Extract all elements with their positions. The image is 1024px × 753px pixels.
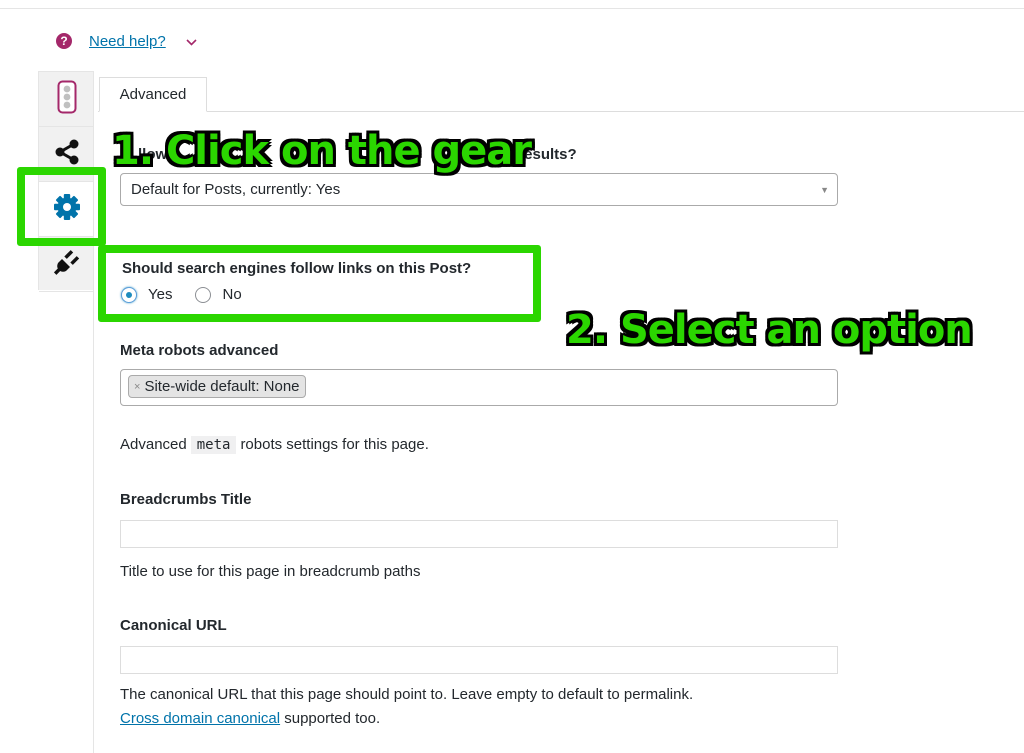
- meta-code: meta: [190, 436, 237, 454]
- annotation-step-2: 2. Select an option: [566, 307, 973, 353]
- caret-down-icon: ▼: [820, 185, 829, 195]
- traffic-light-icon: [57, 80, 77, 119]
- question-circle-icon: ?: [56, 33, 72, 49]
- remove-chip-icon[interactable]: ×: [134, 381, 140, 393]
- search-results-select-value: Default for Posts, currently: Yes: [131, 181, 341, 198]
- chevron-down-icon[interactable]: [186, 34, 197, 49]
- tab-readability[interactable]: [39, 72, 94, 127]
- meta-desc-before: Advanced: [120, 436, 187, 453]
- gear-highlight-box: [17, 167, 106, 246]
- breadcrumbs-description: Title to use for this page in breadcrumb…: [120, 563, 421, 580]
- canonical-description: The canonical URL that this page should …: [120, 686, 694, 703]
- top-divider: [0, 8, 1024, 9]
- canonical-url-input[interactable]: [120, 646, 838, 674]
- tab-advanced-label[interactable]: Advanced: [99, 77, 207, 112]
- meta-robots-multiselect[interactable]: × Site-wide default: None: [120, 369, 838, 406]
- chip-label: Site-wide default: None: [144, 378, 300, 395]
- canonical-url-label: Canonical URL: [120, 617, 227, 634]
- meta-robots-description: Advanced meta robots settings for this pag…: [120, 436, 429, 454]
- help-row: ? Need help?: [56, 30, 197, 52]
- annotation-step-1: 1. Click on the gear: [112, 128, 532, 174]
- share-icon: [53, 138, 81, 171]
- meta-robots-label: Meta robots advanced: [120, 342, 279, 359]
- breadcrumbs-title-label: Breadcrumbs Title: [120, 491, 252, 508]
- meta-desc-after: robots settings for this page.: [240, 436, 429, 453]
- meta-robots-chip: × Site-wide default: None: [128, 375, 306, 398]
- panel-border: [98, 111, 1024, 112]
- cross-domain-canonical-link[interactable]: Cross domain canonical: [120, 710, 280, 727]
- canonical-cross-domain-line: Cross domain canonical supported too.: [120, 710, 380, 727]
- breadcrumbs-title-input[interactable]: [120, 520, 838, 548]
- need-help-link[interactable]: Need help?: [89, 33, 166, 50]
- plug-icon: [53, 248, 81, 281]
- search-results-select[interactable]: Default for Posts, currently: Yes ▼: [120, 173, 838, 206]
- cross-domain-suffix: supported too.: [284, 710, 381, 727]
- follow-links-highlight-box: [98, 245, 541, 322]
